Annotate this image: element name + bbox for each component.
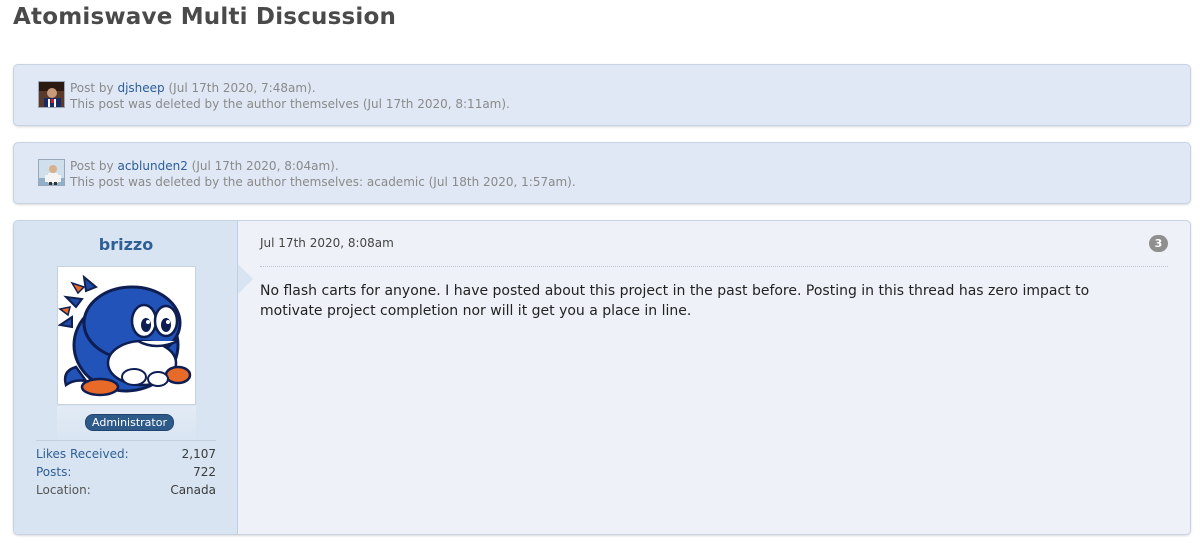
user-info-panel: brizzo Administrator Likes Received: 2,1… — [14, 221, 238, 534]
avatar[interactable] — [38, 81, 65, 108]
post-time: (Jul 17th 2020, 7:48am). — [168, 81, 316, 95]
post-by-prefix: Post by — [70, 159, 114, 173]
stat-value: 2,107 — [181, 447, 216, 461]
divider — [36, 440, 216, 441]
stat-label[interactable]: Posts: — [36, 463, 71, 481]
deleted-notice: This post was deleted by the author them… — [70, 175, 576, 189]
post-by-prefix: Post by — [70, 81, 114, 95]
post-number-badge[interactable]: 3 — [1149, 235, 1168, 252]
post-date[interactable]: Jul 17th 2020, 8:08am — [260, 236, 394, 250]
author-link[interactable]: djsheep — [117, 81, 164, 95]
post-time: (Jul 17th 2020, 8:04am). — [191, 159, 339, 173]
post-message: No flash carts for anyone. I have posted… — [260, 283, 1090, 319]
avatar[interactable] — [57, 266, 196, 405]
deleted-post: Post by acblunden2 (Jul 17th 2020, 8:04a… — [13, 142, 1191, 204]
userbox-arrow — [238, 264, 253, 294]
deleted-post: Post by djsheep (Jul 17th 2020, 7:48am).… — [13, 64, 1191, 126]
forum-post: brizzo Administrator Likes Received: 2,1… — [13, 220, 1191, 535]
page-title: Atomiswave Multi Discussion — [13, 4, 397, 30]
deleted-notice: This post was deleted by the author them… — [70, 97, 510, 111]
author-link[interactable]: acblunden2 — [117, 159, 187, 173]
role-badge: Administrator — [85, 414, 174, 431]
stat-value: 722 — [193, 465, 216, 479]
stat-label[interactable]: Likes Received: — [36, 445, 129, 463]
stat-location: Location: Canada — [36, 481, 216, 499]
stat-posts: Posts: 722 — [36, 463, 216, 481]
username-link[interactable]: brizzo — [14, 235, 238, 254]
stat-label: Location: — [36, 483, 91, 497]
divider — [260, 266, 1168, 267]
stat-value: Canada — [170, 483, 216, 497]
avatar[interactable] — [38, 159, 65, 186]
stat-likes: Likes Received: 2,107 — [36, 445, 216, 463]
